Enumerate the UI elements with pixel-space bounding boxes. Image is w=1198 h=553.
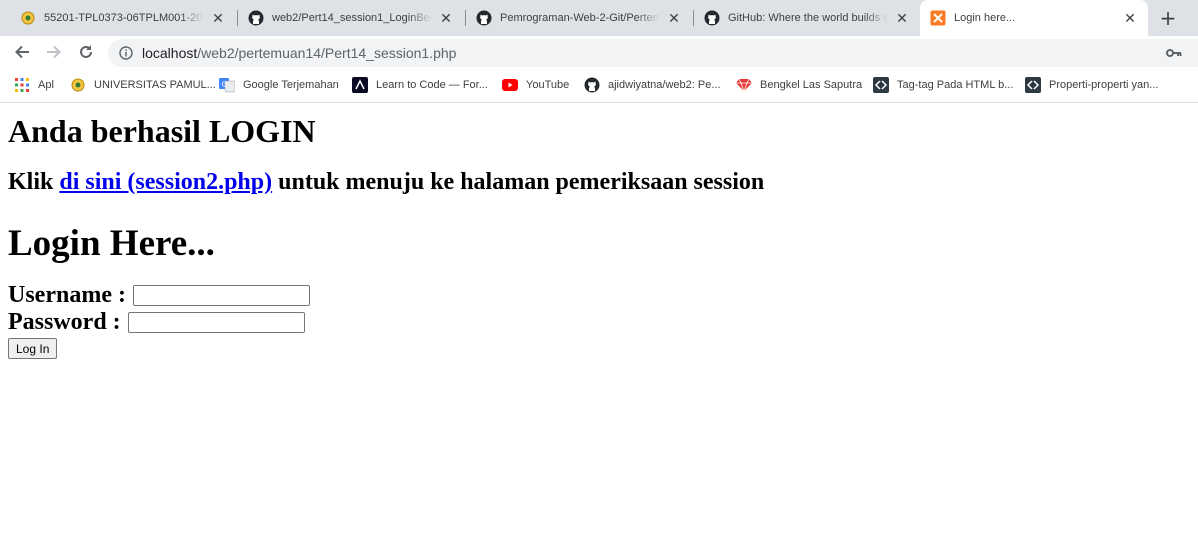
login-form: Username : Password : Log In: [8, 282, 1190, 359]
bookmark-label: YouTube: [526, 79, 570, 91]
info-prefix: Klik: [8, 169, 54, 195]
close-icon[interactable]: ✕: [666, 10, 682, 26]
password-label: Password :: [8, 309, 121, 335]
plus-icon: +: [1159, 6, 1177, 30]
reload-button[interactable]: [74, 40, 98, 64]
youtube-icon: [502, 77, 518, 93]
bookmark-properti[interactable]: Properti-properti yan...: [1025, 77, 1158, 93]
bookmark-youtube[interactable]: YouTube: [502, 77, 569, 93]
close-icon[interactable]: ✕: [1122, 10, 1138, 26]
tab-title: GitHub: Where the world builds software: [728, 12, 888, 24]
bookmark-label: Google Terjemahan: [243, 79, 339, 91]
github-icon: [476, 10, 492, 26]
login-title: Login Here...: [8, 223, 215, 264]
bookmark-ajidwiyatna[interactable]: ajidwiyatna/web2: Pe...: [584, 77, 721, 93]
codepolitan-icon: [1025, 77, 1041, 93]
bookmark-apps[interactable]: Apl: [14, 77, 54, 93]
info-suffix: untuk menuju ke halaman pemeriksaan sess…: [278, 169, 765, 195]
tab-course[interactable]: 55201-TPL0373-06TPLM001-20201 ✕: [10, 0, 236, 36]
username-row: Username :: [8, 282, 1190, 309]
url-path: /web2/pertemuan14/Pert14_session1.php: [197, 45, 457, 61]
url-host: localhost: [142, 45, 198, 61]
forward-button[interactable]: [42, 40, 66, 64]
arrow-right-icon: [47, 45, 61, 59]
new-tab-button[interactable]: +: [1156, 6, 1180, 30]
bookmark-label: Learn to Code — For...: [376, 79, 488, 91]
tab-github-pemrograman[interactable]: Pemrograman-Web-2-Git/Pertemuan ✕: [466, 0, 692, 36]
password-input[interactable]: [127, 312, 305, 333]
arrow-left-icon: [15, 45, 29, 59]
university-icon: [70, 77, 86, 93]
close-icon[interactable]: ✕: [894, 10, 910, 26]
xampp-icon: [930, 10, 946, 26]
password-row: Password :: [8, 309, 1190, 336]
session2-link[interactable]: di sini (session2.php): [59, 169, 272, 195]
username-input[interactable]: [132, 285, 310, 306]
bookmark-label: Apl: [38, 79, 54, 91]
bookmark-label: UNIVERSITAS PAMUL...: [94, 79, 216, 91]
tab-title: web2/Pert14_session1_LoginBerhasil: [272, 12, 432, 24]
page-content: Anda berhasil LOGIN Klik di sini (sessio…: [0, 113, 1198, 359]
university-icon: [20, 10, 36, 26]
svg-text:G: G: [222, 81, 227, 89]
tab-title: 55201-TPL0373-06TPLM001-20201: [44, 12, 204, 24]
bookmark-label: Tag-tag Pada HTML b...: [897, 79, 1014, 91]
codepolitan-icon: [873, 77, 889, 93]
browser-toolbar: localhost/web2/pertemuan14/Pert14_sessio…: [0, 36, 1198, 68]
bookmark-label: ajidwiyatna/web2: Pe...: [608, 79, 721, 91]
tab-title: Login here...: [954, 12, 1016, 24]
tab-strip: 55201-TPL0373-06TPLM001-20201 ✕ web2/Per…: [0, 0, 1198, 36]
tab-title: Pemrograman-Web-2-Git/Pertemuan: [500, 12, 660, 24]
github-icon: [704, 10, 720, 26]
bookmark-freecodecamp[interactable]: Learn to Code — For...: [352, 77, 488, 93]
url-text: localhost/web2/pertemuan14/Pert14_sessio…: [142, 45, 456, 61]
diamond-icon: [736, 77, 752, 93]
translate-icon: G: [219, 77, 235, 93]
success-heading: Anda berhasil LOGIN: [8, 113, 316, 149]
bookmark-label: Bengkel Las Saputra: [760, 79, 863, 91]
key-icon[interactable]: [1166, 45, 1182, 61]
freecodecamp-icon: [352, 77, 368, 93]
close-icon[interactable]: ✕: [438, 10, 454, 26]
tab-login-active[interactable]: Login here... ✕: [920, 0, 1148, 36]
close-icon[interactable]: ✕: [210, 10, 226, 26]
apps-grid-icon: [14, 77, 30, 93]
bookmark-google-translate[interactable]: G Google Terjemahan: [219, 77, 339, 93]
bookmark-tag-html[interactable]: Tag-tag Pada HTML b...: [873, 77, 1013, 93]
bookmark-bengkel[interactable]: Bengkel Las Saputra: [736, 77, 862, 93]
username-label: Username :: [8, 282, 126, 308]
login-button[interactable]: Log In: [8, 338, 58, 359]
github-icon: [584, 77, 600, 93]
tab-github-home[interactable]: GitHub: Where the world builds software …: [694, 0, 920, 36]
info-icon[interactable]: [118, 45, 134, 61]
reload-icon: [80, 45, 92, 58]
session-info: Klik di sini (session2.php) untuk menuju…: [8, 168, 1190, 196]
bookmarks-bar: Apl UNIVERSITAS PAMUL... G Google Terjem…: [0, 68, 1198, 103]
bookmark-universitas[interactable]: UNIVERSITAS PAMUL...: [70, 77, 216, 93]
tab-github-repo[interactable]: web2/Pert14_session1_LoginBerhasil ✕: [238, 0, 464, 36]
back-button[interactable]: [10, 40, 34, 64]
address-bar[interactable]: localhost/web2/pertemuan14/Pert14_sessio…: [108, 39, 1198, 67]
bookmark-label: Properti-properti yan...: [1049, 79, 1159, 91]
github-icon: [248, 10, 264, 26]
